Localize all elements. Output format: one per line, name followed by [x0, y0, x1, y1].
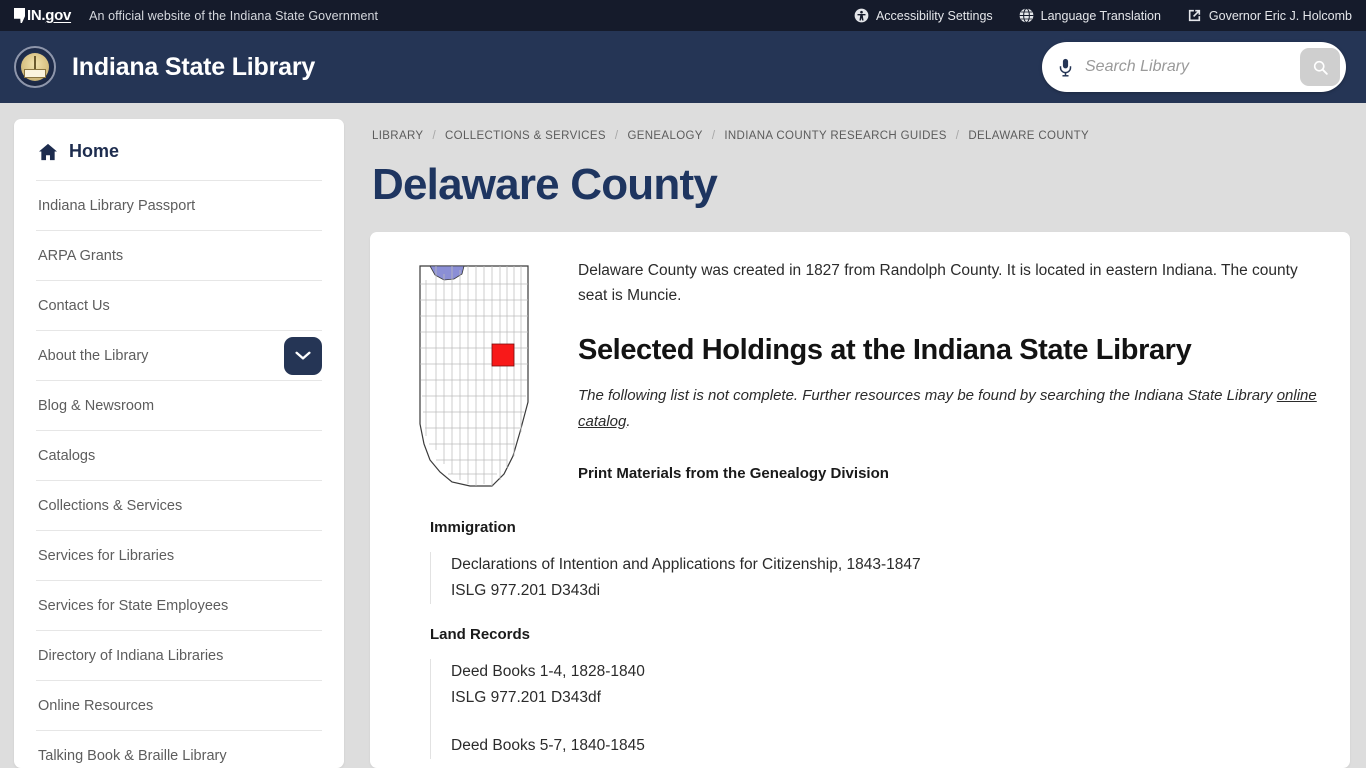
section-heading-land-records: Land Records	[430, 626, 531, 644]
entry-title: Declarations of Intention and Applicatio…	[451, 556, 921, 573]
content-card: Delaware County was created in 1827 from…	[370, 232, 1350, 768]
search-bar	[1042, 42, 1346, 92]
sidebar-item-arpa-grants[interactable]: ARPA Grants	[36, 230, 322, 280]
breadcrumb-item-delaware-county: DELAWARE COUNTY	[968, 130, 1090, 142]
holdings-note-suffix: .	[626, 413, 631, 431]
ingov-logo[interactable]: IN.gov	[14, 8, 71, 23]
entry-title: Deed Books 1-4, 1828-1840	[451, 663, 645, 681]
delaware-county-highlight	[491, 343, 515, 367]
list-item: Declarations of Intention and Applicatio…	[451, 552, 1320, 604]
accessibility-icon	[854, 8, 869, 23]
entry-block-immigration: Declarations of Intention and Applicatio…	[430, 552, 1320, 605]
search-icon	[1313, 60, 1328, 75]
chevron-down-icon	[295, 351, 311, 360]
seal-emblem-icon	[21, 53, 49, 81]
indiana-state-shape-icon	[14, 8, 25, 23]
site-header: Indiana State Library	[0, 31, 1366, 103]
breadcrumb-item-genealogy[interactable]: GENEALOGY	[627, 130, 702, 142]
holdings-note: The following list is not complete. Furt…	[578, 383, 1320, 435]
sidebar-item-about-the-library[interactable]: About the Library	[36, 330, 322, 380]
entry-block-land-records: Deed Books 1-4, 1828-1840 ISLG 977.201 D…	[430, 659, 1320, 760]
section-heading-immigration: Immigration	[430, 519, 516, 536]
sidebar-item-services-for-state-employees[interactable]: Services for State Employees	[36, 580, 322, 630]
accessibility-settings-label: Accessibility Settings	[875, 8, 993, 23]
holdings-note-prefix: The following list is not complete. Furt…	[578, 387, 1277, 405]
library-seal-logo[interactable]	[14, 46, 56, 88]
sidebar-item-collections-services[interactable]: Collections & Services	[36, 480, 322, 530]
search-input[interactable]	[1083, 57, 1300, 77]
indiana-map-svg	[419, 265, 529, 487]
language-translation-link[interactable]: Language Translation	[1019, 8, 1161, 23]
external-link-icon	[1188, 9, 1201, 22]
list-item: Deed Books 1-4, 1828-1840 ISLG 977.201 D…	[451, 659, 1320, 711]
breadcrumb-item-indiana-county-research-guides[interactable]: INDIANA COUNTY RESEARCH GUIDES	[724, 130, 946, 142]
sidebar-item-indiana-library-passport[interactable]: Indiana Library Passport	[36, 180, 322, 230]
breadcrumb: LIBRARY / COLLECTIONS & SERVICES / GENEA…	[370, 119, 1350, 146]
intro-text-block: Delaware County was created in 1827 from…	[560, 258, 1320, 497]
sidebar-item-catalogs[interactable]: Catalogs	[36, 430, 322, 480]
accessibility-settings-link[interactable]: Accessibility Settings	[854, 8, 993, 23]
language-translation-label: Language Translation	[1040, 8, 1161, 23]
sidebar-item-home[interactable]: Home	[36, 119, 322, 180]
sidebar-navigation: Home Indiana Library Passport ARPA Grant…	[14, 119, 344, 768]
utility-links: Accessibility Settings Language Translat…	[854, 0, 1352, 31]
sidebar-item-label: Collections & Services	[38, 497, 183, 514]
list-item: Deed Books 5-7, 1840-1845	[451, 733, 1320, 759]
sidebar-item-label: Services for Libraries	[38, 547, 175, 564]
sidebar-item-label: Blog & Newsroom	[38, 397, 155, 414]
ingov-logo-prefix: IN.	[27, 7, 46, 24]
holdings-heading: Selected Holdings at the Indiana State L…	[578, 334, 1192, 367]
ingov-logo-suffix: gov	[45, 7, 72, 24]
sidebar-item-label: About the Library	[38, 347, 149, 364]
sidebar-item-label: Catalogs	[38, 447, 96, 464]
official-website-tagline: An official website of the Indiana State…	[89, 8, 379, 23]
breadcrumb-separator: /	[432, 130, 437, 142]
indiana-county-map	[400, 258, 560, 497]
sidebar-item-label: ARPA Grants	[38, 247, 124, 264]
sidebar-item-services-for-libraries[interactable]: Services for Libraries	[36, 530, 322, 580]
sidebar-item-label: Talking Book & Braille Library	[38, 747, 227, 764]
sidebar-item-label: Contact Us	[38, 297, 110, 314]
entry-title: Deed Books 5-7, 1840-1845	[451, 737, 645, 755]
sidebar-item-label: Online Resources	[38, 697, 154, 714]
sidebar-item-blog-newsroom[interactable]: Blog & Newsroom	[36, 380, 322, 430]
intro-row: Delaware County was created in 1827 from…	[400, 258, 1320, 497]
main-content: LIBRARY / COLLECTIONS & SERVICES / GENEA…	[344, 119, 1350, 768]
sidebar-item-talking-book-braille-library[interactable]: Talking Book & Braille Library	[36, 730, 322, 768]
sidebar-item-label: Services for State Employees	[38, 597, 229, 614]
home-icon	[39, 143, 57, 160]
breadcrumb-separator: /	[955, 130, 960, 142]
sidebar-item-contact-us[interactable]: Contact Us	[36, 280, 322, 330]
microphone-icon[interactable]	[1058, 58, 1073, 77]
sidebar-expand-about-the-library-button[interactable]	[284, 336, 322, 375]
search-submit-button[interactable]	[1300, 48, 1340, 86]
ingov-logo-text: IN.gov	[27, 8, 71, 23]
breadcrumb-item-collections-services[interactable]: COLLECTIONS & SERVICES	[445, 130, 606, 142]
sidebar-item-directory-of-indiana-libraries[interactable]: Directory of Indiana Libraries	[36, 630, 322, 680]
breadcrumb-item-library[interactable]: LIBRARY	[372, 130, 423, 142]
sidebar-item-label: Indiana Library Passport	[38, 197, 196, 214]
print-materials-heading: Print Materials from the Genealogy Divis…	[578, 464, 889, 482]
sidebar-home-label: Home	[69, 141, 120, 161]
globe-icon	[1019, 8, 1034, 23]
governor-link[interactable]: Governor Eric J. Holcomb	[1187, 8, 1352, 23]
sidebar-item-online-resources[interactable]: Online Resources	[36, 680, 322, 730]
utility-bar: IN.gov An official website of the Indian…	[0, 0, 1366, 31]
sidebar-item-label: Directory of Indiana Libraries	[38, 647, 224, 664]
intro-paragraph: Delaware County was created in 1827 from…	[578, 262, 1298, 305]
governor-label: Governor Eric J. Holcomb	[1208, 8, 1352, 23]
breadcrumb-separator: /	[614, 130, 619, 142]
breadcrumb-separator: /	[711, 130, 716, 142]
page-body: Home Indiana Library Passport ARPA Grant…	[0, 103, 1366, 768]
entry-call-number: ISLG 977.201 D343df	[451, 689, 601, 707]
site-title: Indiana State Library	[72, 52, 316, 81]
page-title: Delaware County	[372, 160, 718, 209]
entry-call-number: ISLG 977.201 D343di	[451, 582, 601, 600]
